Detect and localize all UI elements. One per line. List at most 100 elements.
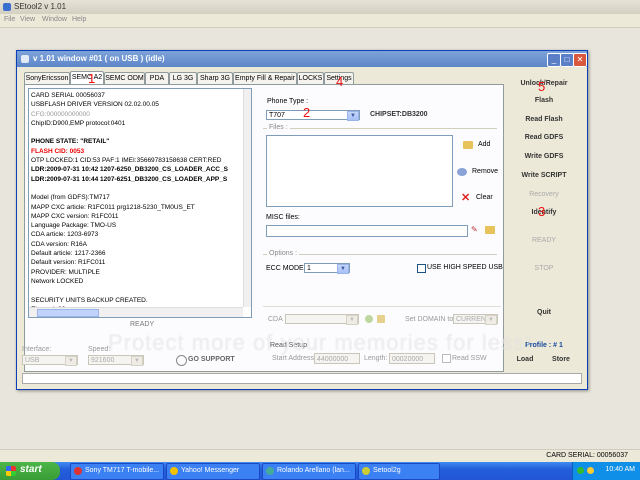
tab-semc-odm[interactable]: SEMC ODM [104,72,145,84]
tab-semc-a2[interactable]: SEMC A2 [70,71,104,85]
log-line: Language Package: TMO-US [31,222,117,230]
log-line: CFG:000000000000 [31,110,90,118]
log-line: ChipID:D900,EMP protocol:0401 [31,119,126,127]
phone-type-value: T707 [269,112,285,119]
window-icon [21,55,29,63]
annotation-1: 1 [88,71,96,86]
log-line: LDR:2009-07-31 10:42 1207-6250_DB3200_CS… [31,166,228,174]
pencil-icon[interactable]: ✎ [471,225,480,234]
high-speed-usb-label: USE HIGH SPEED USB [427,264,503,271]
tray-icon[interactable] [587,467,594,474]
system-tray: 10:40 AM [572,462,640,480]
misc-files-input[interactable] [266,225,468,237]
log-line: CARD SERIAL 00056037 [31,92,105,99]
annotation-5: 5 [538,79,546,94]
write-script-button[interactable]: Write SCRIPT [512,172,576,179]
chevron-down-icon: ▼ [485,315,497,325]
taskbar-button-label: Sony TM717 T-mobile... [85,467,160,474]
misc-files-label: MISC files: [266,214,300,221]
ready-button[interactable]: READY [512,237,576,244]
background-status-bar: CARD SERIAL: 00056037 [0,449,640,463]
folder-open-icon[interactable] [485,226,495,234]
taskbar-button[interactable]: Setool2g [358,463,440,480]
log-line: Network LOCKED [31,277,84,285]
minimize-button[interactable]: _ [547,53,561,67]
ecc-mode-label: ECC MODE [266,265,304,272]
log-line: MAPP CXC version: R1FC011 [31,212,119,220]
log-line: CDA article: 1203-6973 [31,231,99,239]
cda-select[interactable]: ▼ [285,314,359,325]
annotation-2: 2 [303,105,311,120]
watermark: Protect more of your memories for less! [107,330,533,355]
annotation-3: 3 [538,204,546,219]
remove-label: Remove [472,168,499,175]
log-line: Default version: R1FC011 [31,259,106,267]
taskbar-button[interactable]: Yahoo! Messenger [166,463,260,480]
log-line: USBFLASH DRIVER VERSION 02.02.00.05 [31,101,159,109]
tab-sonyericsson[interactable]: SonyEricsson [24,72,70,84]
clear-x-icon: ✕ [461,192,471,204]
tray-icon[interactable] [577,467,584,474]
menu-window[interactable]: Window [42,16,67,23]
menu-help[interactable]: Help [72,16,86,23]
read-gdfs-button[interactable]: Read GDFS [512,134,576,141]
read-flash-button[interactable]: Read Flash [512,116,576,123]
log-line: FLASH CID: 0053 [31,147,85,155]
window-title-bar[interactable]: v 1.01 window #01 ( on USB ) (idle) _ □ … [17,51,587,67]
log-line: LDR:2009-07-31 10:44 1207-6251_DB3200_CS… [31,175,228,183]
clear-label: Clear [476,194,493,201]
tab-lg-3g[interactable]: LG 3G [169,72,197,84]
cda-folder-icon[interactable] [377,315,385,323]
remove-icon [457,168,467,176]
app-icon [3,3,11,11]
taskbar-button[interactable]: Sony TM717 T-mobile... [70,463,164,480]
ecc-mode-select[interactable]: 1 ▼ [304,263,350,274]
log-line: PHONE STATE: "RETAIL" [31,138,110,146]
log-line: PROVIDER: MULTIPLE [31,268,100,276]
log-line: MAPP CXC article: R1FC011 prg1218-5230_T… [31,203,195,211]
chevron-down-icon: ▼ [347,111,359,121]
add-button[interactable]: Add [463,141,503,151]
close-button[interactable]: ✕ [573,53,587,67]
phone-type-label: Phone Type : [267,98,309,105]
log-line: CDA version: R16A [31,240,87,248]
app-icon [362,467,370,475]
clear-button[interactable]: ✕ Clear [461,192,501,206]
tab-empty-fill-repair[interactable]: Empty Fill & Repair [233,72,297,84]
app-icon [170,467,178,475]
cda-add-icon[interactable] [365,315,373,323]
maximize-button[interactable]: □ [560,53,574,67]
stop-button[interactable]: STOP [512,265,576,272]
high-speed-usb-checkbox[interactable] [417,264,426,273]
start-button[interactable]: start [0,462,60,480]
menu-view[interactable]: View [20,16,35,23]
tab-pda[interactable]: PDA [145,72,169,84]
log-vertical-scrollbar[interactable] [243,89,251,307]
files-list[interactable] [266,135,453,207]
write-gdfs-button[interactable]: Write GDFS [512,153,576,160]
recovery-button[interactable]: Recovery [512,191,576,198]
background-title-bar: SEtool2 v 1.01 [0,0,640,14]
tab-locks[interactable]: LOCKS [297,72,324,84]
set-domain-label: Set DOMAIN to [405,316,454,323]
progress-bar [22,373,582,384]
phone-type-select[interactable]: T707 ▼ [266,110,360,121]
log-lines: CARD SERIAL 00056037 USBFLASH DRIVER VERS… [31,91,241,314]
quit-button[interactable]: Quit [512,309,576,316]
menu-file[interactable]: File [4,16,15,23]
remove-button[interactable]: Remove [457,168,503,178]
log-horizontal-scrollbar[interactable] [29,307,243,317]
clock: 10:40 AM [605,466,635,473]
app-icon [74,467,82,475]
tab-sharp-3g[interactable]: Sharp 3G [197,72,233,84]
windows-logo-icon [6,466,16,476]
taskbar-button-label: Setool2g [373,467,401,474]
flash-button[interactable]: Flash [512,97,576,104]
log-output[interactable]: CARD SERIAL 00056037 USBFLASH DRIVER VERS… [28,88,252,318]
annotation-4: 4 [336,74,344,89]
taskbar-button[interactable]: Rolando Arellano (lan... [262,463,356,480]
taskbar-button-label: Yahoo! Messenger [181,467,240,474]
domain-select[interactable]: CURRENT ▼ [453,314,498,325]
